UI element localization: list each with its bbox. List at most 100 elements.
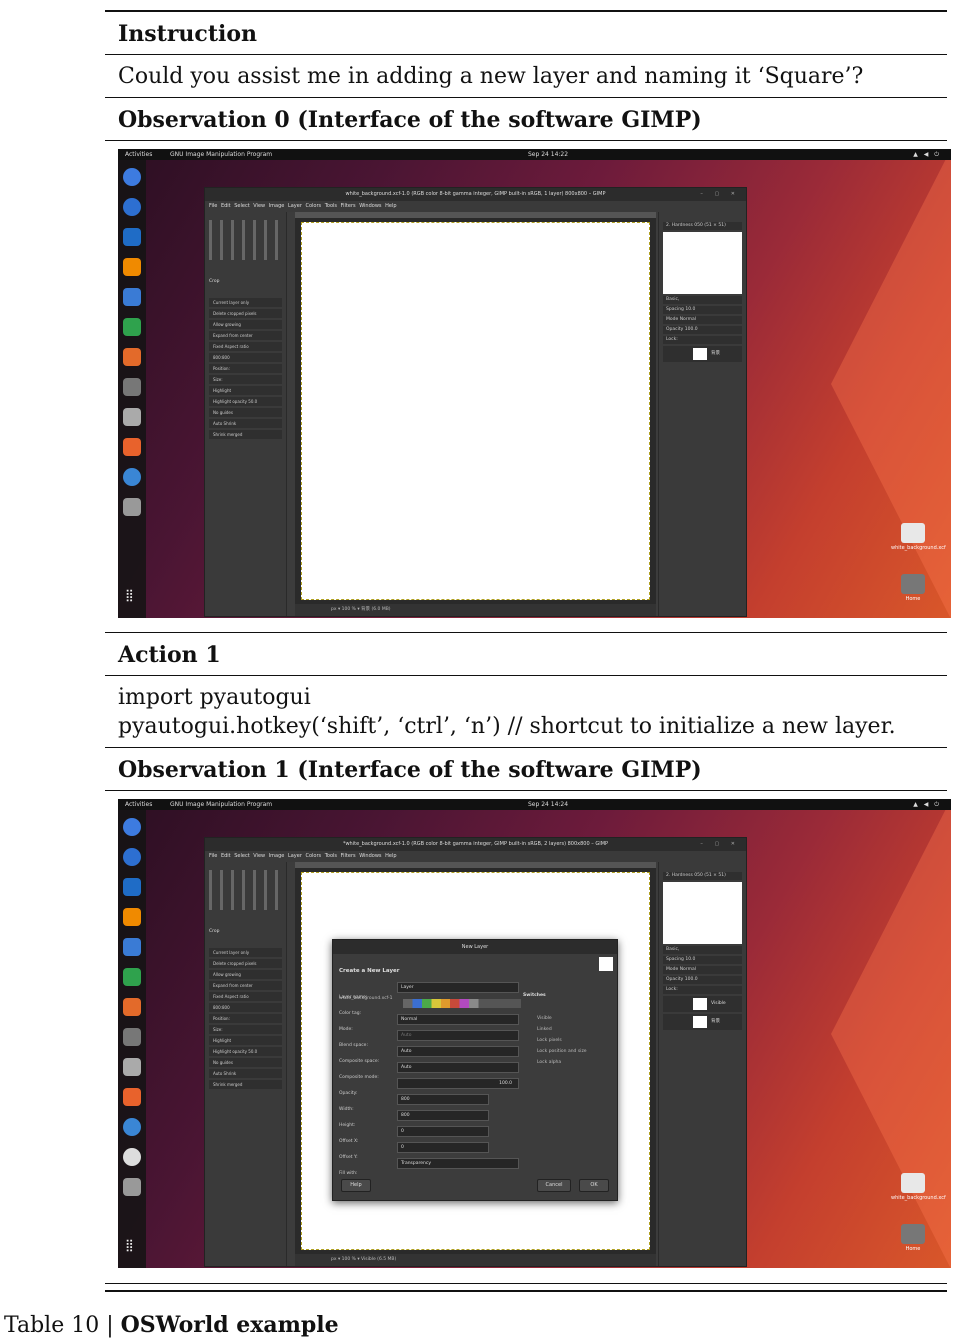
layer-name-input[interactable]: Layer xyxy=(397,982,519,993)
vscode-icon[interactable] xyxy=(123,878,141,896)
height-input[interactable]: 800 xyxy=(397,1110,489,1121)
writer-icon[interactable] xyxy=(123,938,141,956)
calc-icon[interactable] xyxy=(123,318,141,336)
tool-option[interactable]: Current layer only xyxy=(209,948,282,957)
show-apps-icon[interactable]: ⣿ xyxy=(125,581,134,609)
impress-icon[interactable] xyxy=(123,348,141,366)
tool-option[interactable]: 800:800 xyxy=(209,1003,282,1012)
fill-with-select[interactable]: Transparency xyxy=(397,1158,519,1169)
tool-option[interactable]: Fixed Aspect ratio xyxy=(209,992,282,1001)
offset-y-input[interactable]: 0 xyxy=(397,1142,489,1153)
vlc-icon[interactable] xyxy=(123,258,141,276)
tool-option[interactable]: Size: xyxy=(209,375,282,384)
active-app-label[interactable]: GNU Image Manipulation Program xyxy=(170,149,272,160)
tool-option[interactable]: Position: xyxy=(209,364,282,373)
window-controls[interactable]: – ▢ ✕ xyxy=(700,188,740,201)
tool-option[interactable]: 800:800 xyxy=(209,353,282,362)
desktop-file-icon[interactable]: white_background.xcf xyxy=(891,523,946,551)
tool-option[interactable]: Expand from center xyxy=(209,331,282,340)
dock-row[interactable]: Basic, xyxy=(663,946,742,954)
updater-icon[interactable] xyxy=(123,1148,141,1166)
tool-icons[interactable] xyxy=(209,220,282,260)
switch-lock-pixels[interactable]: Lock pixels xyxy=(523,1035,615,1046)
trash-icon[interactable] xyxy=(123,1178,141,1196)
dock-row[interactable]: Lock: xyxy=(663,986,742,994)
tool-option[interactable]: No guides xyxy=(209,408,282,417)
thunderbird-icon[interactable] xyxy=(123,198,141,216)
menubar[interactable]: File Edit Select View Image Layer Colors… xyxy=(205,201,746,212)
writer-icon[interactable] xyxy=(123,288,141,306)
tool-option[interactable]: Expand from center xyxy=(209,981,282,990)
chrome-icon[interactable] xyxy=(123,818,141,836)
composite-space-select[interactable]: Auto xyxy=(397,1046,519,1057)
active-app-label[interactable]: GNU Image Manipulation Program xyxy=(170,799,272,810)
show-apps-icon[interactable]: ⣿ xyxy=(125,1231,134,1259)
clock[interactable]: Sep 24 14:24 xyxy=(528,799,568,810)
tool-option[interactable]: Auto Shrink xyxy=(209,419,282,428)
trash-icon[interactable] xyxy=(123,498,141,516)
dock-row[interactable]: Mode Normal xyxy=(663,966,742,974)
gimp-icon[interactable] xyxy=(123,1028,141,1046)
desktop-home-icon[interactable]: Home xyxy=(891,1224,935,1252)
tool-icons[interactable] xyxy=(209,870,282,910)
files-icon[interactable] xyxy=(123,1058,141,1076)
calc-icon[interactable] xyxy=(123,968,141,986)
switch-visible[interactable]: Visible xyxy=(523,1013,615,1024)
offset-x-input[interactable]: 0 xyxy=(397,1126,489,1137)
desktop-home-icon[interactable]: Home xyxy=(891,574,935,602)
tool-option[interactable]: Allow growing xyxy=(209,970,282,979)
mode-select[interactable]: Normal xyxy=(397,1014,519,1025)
brushes-grid[interactable] xyxy=(663,882,742,944)
menubar[interactable]: File Edit Select View Image Layer Colors… xyxy=(205,851,746,862)
files-icon[interactable] xyxy=(123,408,141,426)
tool-option[interactable]: Allow growing xyxy=(209,320,282,329)
dock-row[interactable]: Mode Normal xyxy=(663,316,742,324)
dock-row[interactable]: Basic, xyxy=(663,296,742,304)
dock-row[interactable]: Spacing 10.0 xyxy=(663,956,742,964)
gimp-icon[interactable] xyxy=(123,378,141,396)
tool-option[interactable]: Highlight opacity 50.0 xyxy=(209,397,282,406)
clock[interactable]: Sep 24 14:22 xyxy=(528,149,568,160)
blend-space-select[interactable]: Auto xyxy=(397,1030,519,1041)
switch-lock-alpha[interactable]: Lock alpha xyxy=(523,1057,615,1068)
brushes-grid[interactable] xyxy=(663,232,742,294)
software-center-icon[interactable] xyxy=(123,1088,141,1106)
tool-option[interactable]: No guides xyxy=(209,1058,282,1067)
software-center-icon[interactable] xyxy=(123,438,141,456)
switch-linked[interactable]: Linked xyxy=(523,1024,615,1035)
tool-option[interactable]: Shrink merged xyxy=(209,1080,282,1089)
window-controls[interactable]: – ▢ ✕ xyxy=(700,838,740,851)
system-tray-icons[interactable]: ▲ ◀ ⏻ xyxy=(913,149,941,160)
tool-option[interactable]: Delete cropped pixels xyxy=(209,959,282,968)
layer-row[interactable]: 背景 xyxy=(663,1014,742,1030)
ok-button[interactable]: OK xyxy=(579,1179,609,1192)
color-tag-swatches[interactable] xyxy=(403,999,521,1008)
help-button[interactable]: Help xyxy=(341,1179,371,1192)
impress-icon[interactable] xyxy=(123,998,141,1016)
tool-option[interactable]: Fixed Aspect ratio xyxy=(209,342,282,351)
tool-option[interactable]: Size: xyxy=(209,1025,282,1034)
tool-option[interactable]: Current layer only xyxy=(209,298,282,307)
dock-row[interactable]: Opacity 100.0 xyxy=(663,326,742,334)
opacity-slider[interactable]: 100.0 xyxy=(397,1078,519,1089)
activities-button[interactable]: Activities xyxy=(125,149,152,160)
chrome-icon[interactable] xyxy=(123,168,141,186)
dock-row[interactable]: Lock: xyxy=(663,336,742,344)
vlc-icon[interactable] xyxy=(123,908,141,926)
dock-row[interactable]: Opacity 100.0 xyxy=(663,976,742,984)
tool-option[interactable]: Delete cropped pixels xyxy=(209,309,282,318)
help-icon[interactable] xyxy=(123,1118,141,1136)
switch-lock-position[interactable]: Lock position and size xyxy=(523,1046,615,1057)
desktop-file-icon[interactable]: white_background.xcf xyxy=(891,1173,946,1201)
width-input[interactable]: 800 xyxy=(397,1094,489,1105)
layer-row[interactable]: 背景 xyxy=(663,346,742,362)
tool-option[interactable]: Position: xyxy=(209,1014,282,1023)
dock-row[interactable]: Spacing 10.0 xyxy=(663,306,742,314)
activities-button[interactable]: Activities xyxy=(125,799,152,810)
layer-row[interactable]: Visible xyxy=(663,996,742,1012)
tool-option[interactable]: Auto Shrink xyxy=(209,1069,282,1078)
image-canvas[interactable] xyxy=(301,222,650,600)
thunderbird-icon[interactable] xyxy=(123,848,141,866)
tool-option[interactable]: Highlight xyxy=(209,386,282,395)
vscode-icon[interactable] xyxy=(123,228,141,246)
